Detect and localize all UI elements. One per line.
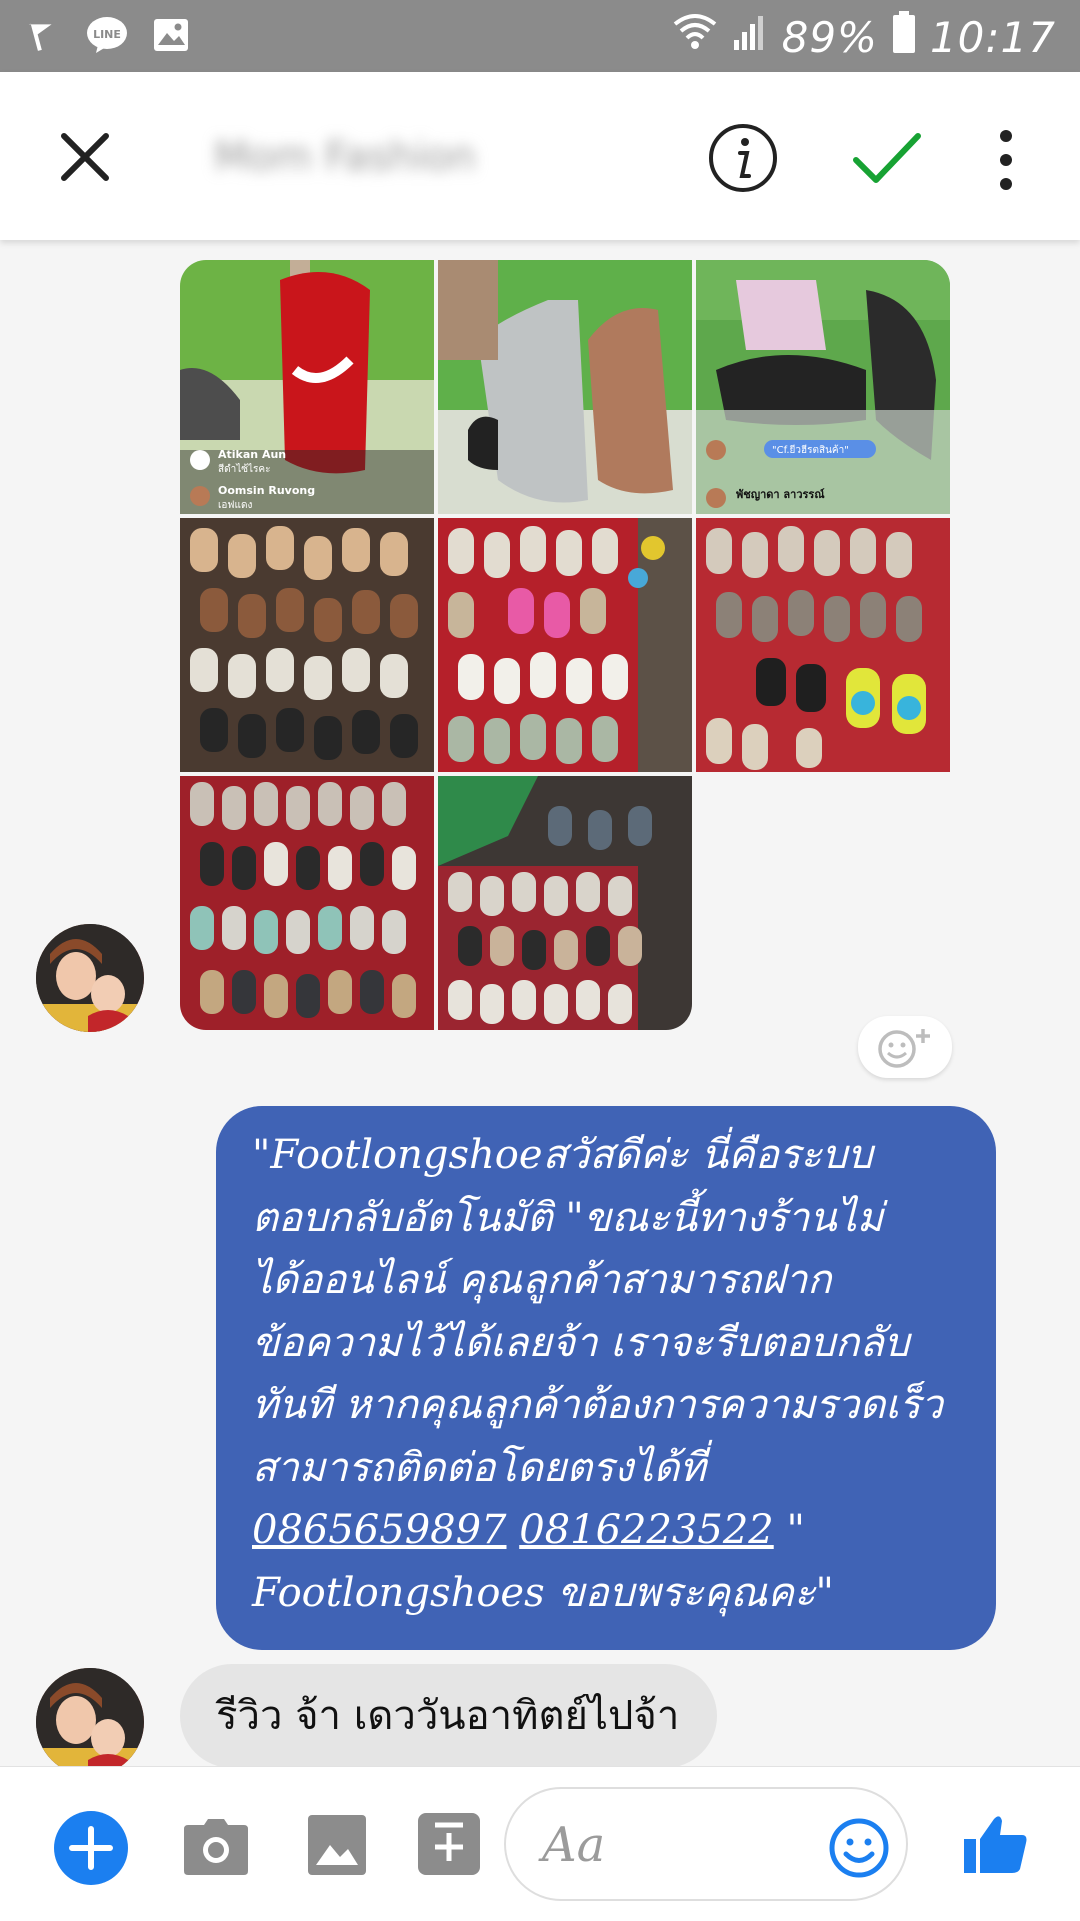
image-notification-icon [150, 14, 192, 56]
incoming-message-bubble[interactable]: รีวิว จ้า เดววันอาทิตย์ไปจ้า [180, 1664, 718, 1766]
like-button[interactable] [964, 1813, 1028, 1877]
photo-5[interactable] [438, 518, 692, 772]
message-line: ตอบกลับอัตโนมัติ "ขณะนี้ทางร้านไม่ [252, 1194, 884, 1241]
mark-done-button[interactable] [852, 130, 922, 190]
camera-icon [184, 1819, 248, 1875]
close-button[interactable] [54, 126, 116, 188]
photo-4[interactable] [180, 518, 434, 772]
message-line: ทันที หากคุณลูกค้าต้องการความรวดเร็ว [252, 1382, 943, 1428]
message-line: ได้ออนไลน์ คุณลูกค้าสามารถฝาก [252, 1257, 832, 1303]
message-input-placeholder: Aa [542, 1817, 606, 1873]
status-bar: LINE 89% 10:17 [0, 0, 1080, 72]
message-line: 0865659897 0816223522 " [252, 1499, 966, 1562]
more-vertical-icon [1000, 130, 1012, 190]
gallery-button[interactable] [308, 1815, 366, 1875]
more-actions-button[interactable] [54, 1811, 128, 1885]
photo-1[interactable]: Atikan Aun สีดำไซ้ไรคะ Oomsin Ruvong เอฟ… [180, 260, 434, 514]
photo-3-commenter: พัชญาดา ลาวรรณ์ [736, 488, 825, 501]
photo-7[interactable] [180, 776, 434, 1030]
emoji-icon [829, 1818, 889, 1878]
photo-6[interactable] [696, 518, 950, 772]
message-list[interactable]: Atikan Aun สีดำไซ้ไรคะ Oomsin Ruvong เอฟ… [0, 240, 1080, 1766]
add-reaction-button[interactable] [858, 1016, 952, 1078]
info-button[interactable] [707, 122, 779, 194]
more-options-button[interactable] [994, 128, 1018, 192]
photo-3[interactable]: "Cf.ยีวฮีรตสินค้า" พัชญาดา ลาวรรณ์ [696, 260, 950, 514]
battery-percentage: 89% [781, 12, 878, 62]
conversation-header: Mom Fashion [0, 72, 1080, 240]
emoji-button[interactable] [828, 1817, 890, 1879]
notification-flag-icon [22, 14, 64, 56]
photo-3-tag: "Cf.ยีวฮีรตสินค้า" [772, 444, 849, 456]
close-icon [61, 133, 109, 181]
contact-avatar[interactable] [36, 1668, 144, 1766]
image-icon [308, 1815, 366, 1875]
outgoing-message-bubble[interactable]: "Footlongshoeสวัสดีค่ะ นี่คือระบบ ตอบกลั… [216, 1106, 996, 1650]
clock: 10:17 [929, 12, 1056, 62]
checkmark-icon [853, 133, 921, 183]
thumbs-up-icon [964, 1816, 1027, 1873]
photo-1-comment-1: สีดำไซ้ไรคะ [218, 463, 271, 475]
wifi-icon [672, 12, 718, 62]
message-line: Footlongshoes ขอบพระคุณคะ" [252, 1569, 834, 1616]
line-app-icon: LINE [86, 14, 128, 56]
quote-mark: " [786, 1507, 805, 1553]
contact-avatar[interactable] [36, 924, 144, 1032]
message-line: สามารถติดต่อโดยตรงได้ที่ [252, 1444, 706, 1491]
svg-text:LINE: LINE [93, 28, 121, 41]
signal-icon [732, 12, 768, 62]
photo-8[interactable] [438, 776, 692, 1030]
photo-2[interactable] [438, 260, 692, 514]
message-line: ข้อความไว้ได้เลยจ้า เราจะรีบตอบกลับ [252, 1319, 910, 1366]
photo-1-commenter-1: Atikan Aun [218, 448, 286, 461]
add-reaction-icon [878, 1029, 930, 1068]
battery-icon [892, 10, 916, 64]
attachment-button[interactable] [418, 1813, 480, 1875]
info-icon [709, 124, 777, 192]
contact-name[interactable]: Mom Fashion [214, 134, 544, 180]
message-composer: Aa [0, 1766, 1080, 1921]
phone-link[interactable]: 0816223522 [519, 1507, 774, 1553]
plus-square-icon [418, 1813, 480, 1875]
phone-link[interactable]: 0865659897 [252, 1507, 507, 1553]
camera-button[interactable] [184, 1817, 248, 1875]
message-line: "Footlongshoeสวัสดีค่ะ นี่คือระบบ [252, 1132, 873, 1178]
plus-icon [69, 1826, 113, 1870]
photo-1-commenter-2: Oomsin Ruvong [218, 484, 315, 497]
photo-1-comment-2: เอฟแดง [218, 500, 252, 511]
